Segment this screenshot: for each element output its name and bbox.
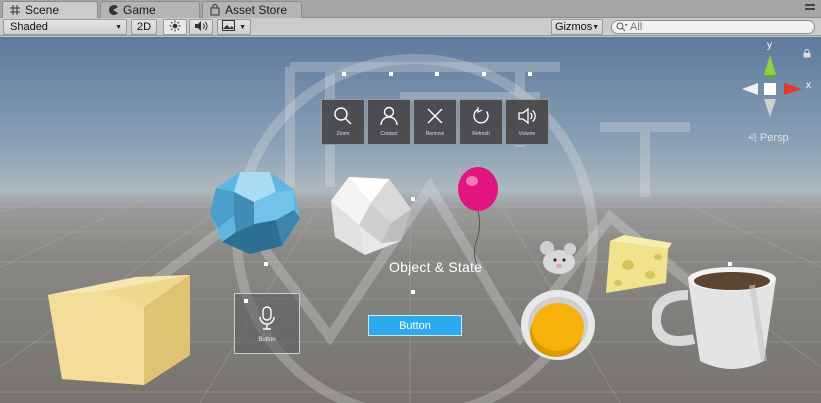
- app-bar-volume-label: Volume: [518, 131, 536, 137]
- shading-mode-dropdown[interactable]: Shaded ▼: [3, 19, 127, 35]
- app-bar-zoom-button[interactable]: Zoom: [321, 99, 365, 145]
- mode-2d-toggle[interactable]: 2D: [131, 19, 157, 35]
- search-icon: [616, 22, 628, 32]
- persp-arrows-icon: ⩤: [748, 132, 757, 144]
- bounds-handle[interactable]: [728, 262, 732, 266]
- hierarchy-search-input[interactable]: All: [611, 20, 815, 34]
- pacman-icon: [107, 4, 119, 16]
- projection-toggle[interactable]: ⩤ Persp: [748, 132, 789, 145]
- gizmos-dropdown[interactable]: Gizmos ▼: [551, 19, 603, 35]
- speaker-icon: [194, 20, 208, 35]
- bounds-handle[interactable]: [264, 262, 268, 266]
- speaker-icon: [517, 106, 537, 129]
- bounds-handle[interactable]: [342, 72, 346, 76]
- store-bag-icon: [209, 4, 221, 16]
- dropdown-arrow-icon: ▼: [239, 23, 246, 31]
- bounds-handle[interactable]: [482, 72, 486, 76]
- push-button-object[interactable]: [518, 287, 598, 363]
- app-bar-contact-label: Contact: [380, 131, 398, 137]
- grid-icon: [9, 4, 21, 16]
- bounds-handle[interactable]: [411, 197, 415, 201]
- gizmos-label: Gizmos: [555, 21, 593, 33]
- tab-game[interactable]: Game: [100, 1, 200, 18]
- scene-audio-toggle[interactable]: [189, 19, 213, 35]
- app-bar-remove-button[interactable]: Remove: [413, 99, 457, 145]
- refresh-icon: [471, 106, 491, 129]
- app-bar: Zoom Contact Remove Refresh Volume: [321, 99, 549, 145]
- microphone-button-label: Button: [258, 337, 276, 343]
- scene-effects-dropdown[interactable]: ▼: [217, 19, 251, 35]
- tab-scene[interactable]: Scene: [2, 1, 98, 18]
- lock-icon[interactable]: [803, 47, 811, 61]
- bounds-handle[interactable]: [528, 72, 532, 76]
- cube-object[interactable]: [44, 273, 194, 385]
- sun-icon: [169, 20, 181, 35]
- coffee-cup-object[interactable]: [652, 265, 782, 375]
- balloon-object[interactable]: [456, 167, 502, 267]
- search-placeholder: All: [630, 21, 643, 33]
- dropdown-arrow-icon: ▼: [592, 23, 600, 31]
- panel-menu-icon[interactable]: [805, 4, 815, 14]
- dropdown-arrow-icon: ▼: [115, 23, 122, 31]
- scene-viewport[interactable]: Zoom Contact Remove Refresh Volume Butto…: [0, 37, 821, 403]
- gizmo-axis-x-label: x: [806, 80, 811, 91]
- app-bar-contact-button[interactable]: Contact: [367, 99, 411, 145]
- shading-mode-label: Shaded: [10, 21, 48, 33]
- scene-title-text: Object & State: [389, 259, 483, 275]
- mode-2d-label: 2D: [136, 21, 152, 33]
- tab-asset-store-label: Asset Store: [225, 3, 288, 17]
- app-bar-refresh-label: Refresh: [472, 131, 490, 137]
- app-bar-refresh-button[interactable]: Refresh: [459, 99, 503, 145]
- app-bar-zoom-label: Zoom: [336, 131, 350, 137]
- tab-asset-store[interactable]: Asset Store: [202, 1, 302, 18]
- scene-toolbar: Shaded ▼ 2D ▼ Gizmos ▼ All: [0, 18, 821, 36]
- truncated-icosahedron-object[interactable]: [210, 170, 300, 254]
- scene-lighting-toggle[interactable]: [163, 19, 187, 35]
- app-bar-remove-label: Remove: [425, 131, 445, 137]
- app-bar-volume-button[interactable]: Volume: [505, 99, 549, 145]
- microphone-icon: [258, 306, 276, 333]
- orientation-gizmo[interactable]: [736, 45, 806, 125]
- bounds-handle[interactable]: [411, 290, 415, 294]
- close-icon: [425, 106, 445, 129]
- bounds-handle[interactable]: [244, 299, 248, 303]
- bounds-handle[interactable]: [389, 72, 393, 76]
- editor-tab-strip: Scene Game Asset Store: [0, 0, 821, 18]
- gizmo-axis-y-label: y: [767, 40, 772, 51]
- magnifier-icon: [333, 106, 353, 129]
- holographic-button[interactable]: Button: [368, 315, 462, 336]
- bounds-handle[interactable]: [435, 72, 439, 76]
- image-icon: [222, 20, 235, 34]
- icosahedron-object[interactable]: [331, 175, 413, 255]
- mouse-figurine-object[interactable]: [537, 240, 581, 276]
- projection-label: Persp: [759, 132, 789, 144]
- tab-scene-label: Scene: [25, 3, 60, 17]
- tab-game-label: Game: [123, 3, 156, 17]
- person-icon: [379, 106, 399, 129]
